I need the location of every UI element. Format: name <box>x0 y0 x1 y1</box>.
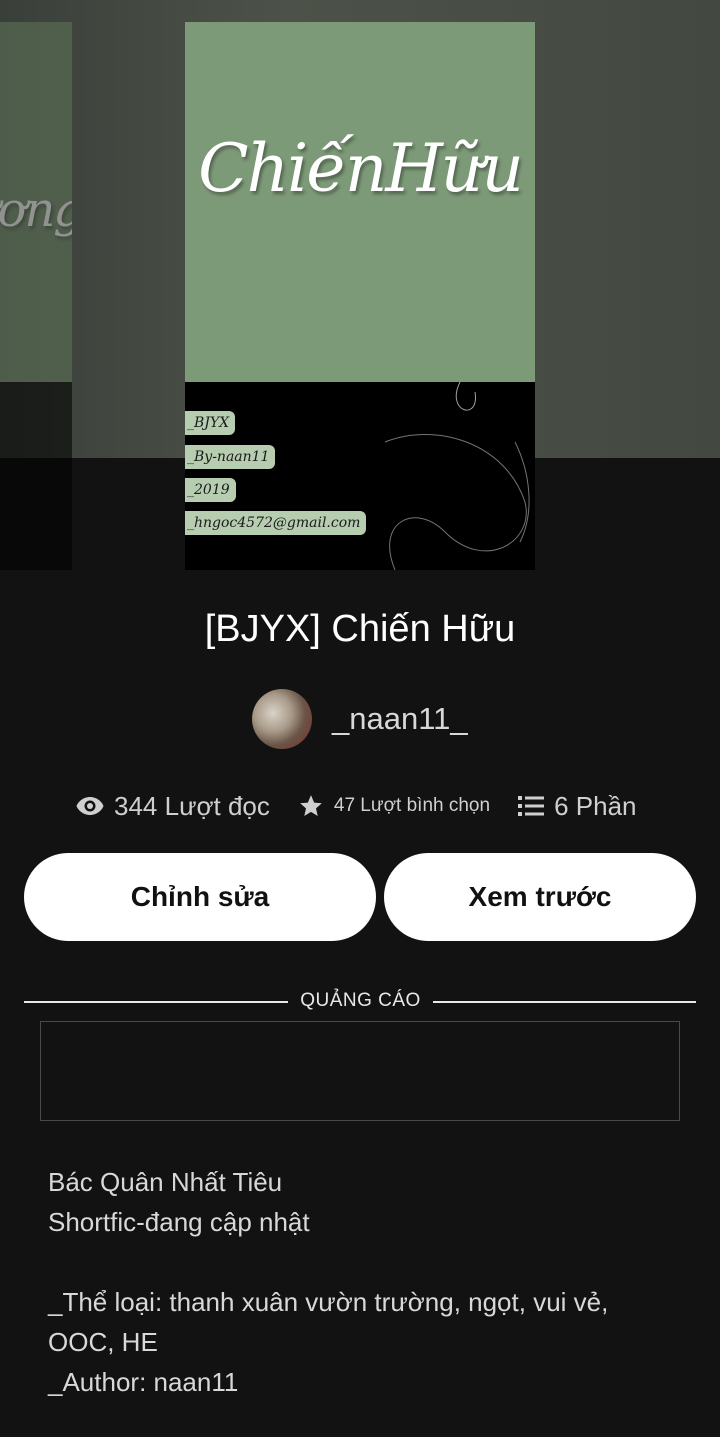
description-line: _Author: naan11 <box>48 1367 239 1397</box>
description-line <box>48 1242 668 1282</box>
ad-divider-left <box>24 1001 288 1003</box>
cover-title-text: ChiếnHữu <box>198 130 524 207</box>
previous-story-cover[interactable]: ương <box>0 22 72 570</box>
author-name[interactable]: _naan11_ <box>332 701 468 737</box>
parts-stat: 6 Phần <box>518 791 636 822</box>
parts-count: 6 Phần <box>554 790 637 821</box>
eye-icon <box>76 796 104 816</box>
author-avatar[interactable] <box>252 689 312 749</box>
reads-count: 344 Lượt đọc <box>114 790 270 821</box>
cover-tag: _2019 <box>185 478 236 502</box>
edit-button[interactable]: Chỉnh sửa <box>24 853 376 941</box>
preview-button[interactable]: Xem trước <box>384 853 696 941</box>
description-line: _Thể loại: thanh xuân vườn trường, ngọt,… <box>48 1287 609 1317</box>
story-description: Bác Quân Nhất Tiêu Shortfic-đang cập nhậ… <box>48 1162 668 1402</box>
cover-swirl-decoration <box>384 382 530 570</box>
votes-count: 47 Lượt bình chọn <box>333 795 491 816</box>
list-icon <box>518 795 545 817</box>
author-link[interactable]: _naan11_ <box>252 688 468 750</box>
previous-cover-title: ương <box>0 182 72 238</box>
description-line: OOC, HE <box>48 1327 158 1357</box>
story-title: [BJYX] Chiến Hữu <box>204 608 516 650</box>
ad-slot[interactable] <box>40 1021 680 1121</box>
description-line: Bác Quân Nhất Tiêu <box>48 1167 283 1197</box>
votes-stat: 47 Lượt bình chọn <box>298 793 490 819</box>
ad-label: QUẢNG CÁO <box>300 990 421 1011</box>
description-line: Shortfic-đang cập nhật <box>48 1207 310 1237</box>
story-cover[interactable]: ChiếnHữu _BJYX _By-naan11 _2019 _hngoc45… <box>185 22 535 570</box>
cover-tag: _BJYX <box>185 411 236 435</box>
ad-divider-right <box>433 1001 696 1003</box>
cover-tag: _hngoc4572@gmail.com <box>185 511 367 535</box>
story-stats: 344 Lượt đọc 47 Lượt bình chọn 6 Phần <box>76 784 656 828</box>
star-icon <box>298 793 324 819</box>
cover-tag: _By-naan11 <box>185 445 276 469</box>
reads-stat: 344 Lượt đọc <box>76 791 270 822</box>
cover-bottom-panel <box>185 382 535 570</box>
